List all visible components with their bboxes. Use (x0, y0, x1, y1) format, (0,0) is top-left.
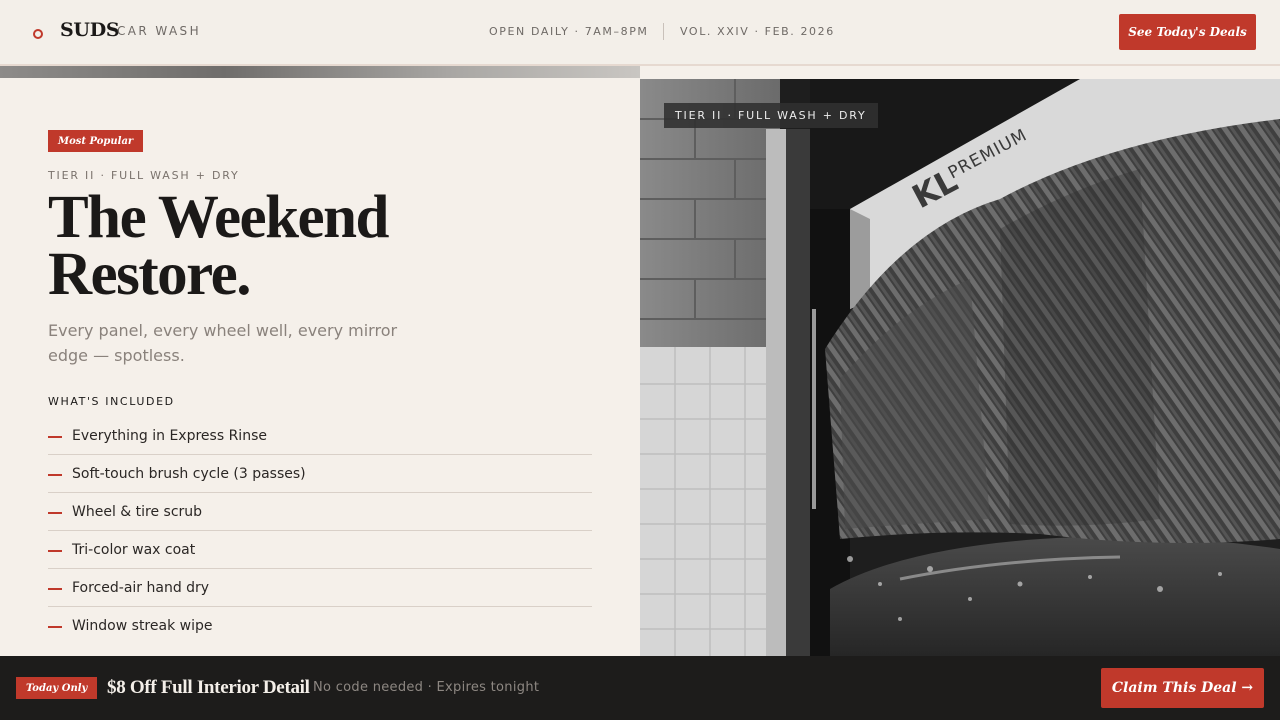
photo-tier-tag: TIER II · FULL WASH + DRY (664, 103, 878, 128)
see-deals-button[interactable]: See Today's Deals (1119, 14, 1256, 50)
header-divider (663, 23, 664, 40)
dash-icon (48, 625, 62, 628)
car-wash-photo: KL PREMIUM (640, 79, 1280, 656)
feature-item: Forced-air hand dry (48, 569, 592, 607)
car-wash-brush-illustration: KL PREMIUM (640, 79, 1280, 656)
volume-issue: VOL. XXIV · FEB. 2026 (680, 25, 835, 38)
feature-list: Everything in Express Rinse Soft-touch b… (48, 417, 592, 644)
feature-text: Wheel & tire scrub (72, 503, 203, 520)
logo-dot-icon (33, 29, 43, 39)
dash-icon (48, 587, 62, 590)
site-header: SUDS CAR WASH OPEN DAILY · 7AM–8PM VOL. … (0, 0, 1280, 66)
feature-item: Tri-color wax coat (48, 531, 592, 569)
page-title: The Weekend Restore. (48, 187, 568, 305)
deal-note: No code needed · Expires tonight (313, 680, 540, 695)
hero-subtitle: Every panel, every wheel well, every mir… (48, 321, 398, 365)
tier-label: TIER II · FULL WASH + DRY (48, 169, 240, 182)
feature-text: Tri-color wax coat (72, 541, 196, 558)
opening-hours: OPEN DAILY · 7AM–8PM (489, 25, 649, 38)
brand-name[interactable]: SUDS (60, 19, 120, 41)
feature-text: Window streak wipe (72, 617, 213, 634)
feature-text: Everything in Express Rinse (72, 427, 267, 444)
feature-text: Soft-touch brush cycle (3 passes) (72, 465, 306, 482)
included-heading: WHAT'S INCLUDED (48, 395, 175, 408)
title-line-2: Restore. (48, 241, 251, 308)
claim-deal-button[interactable]: Claim This Deal → (1101, 668, 1264, 708)
feature-text: Forced-air hand dry (72, 579, 210, 596)
feature-item: Soft-touch brush cycle (3 passes) (48, 455, 592, 493)
brand-subtitle: CAR WASH (117, 24, 201, 38)
feature-item: Everything in Express Rinse (48, 417, 592, 455)
today-only-badge: Today Only (16, 677, 98, 699)
dash-icon (48, 511, 62, 514)
dash-icon (48, 435, 62, 438)
most-popular-badge: Most Popular (48, 130, 144, 152)
deal-title: $8 Off Full Interior Detail (107, 677, 310, 698)
dash-icon (48, 473, 62, 476)
header-photo-strip (0, 66, 640, 78)
feature-item: Wheel & tire scrub (48, 493, 592, 531)
dash-icon (48, 549, 62, 552)
feature-item: Window streak wipe (48, 607, 592, 644)
